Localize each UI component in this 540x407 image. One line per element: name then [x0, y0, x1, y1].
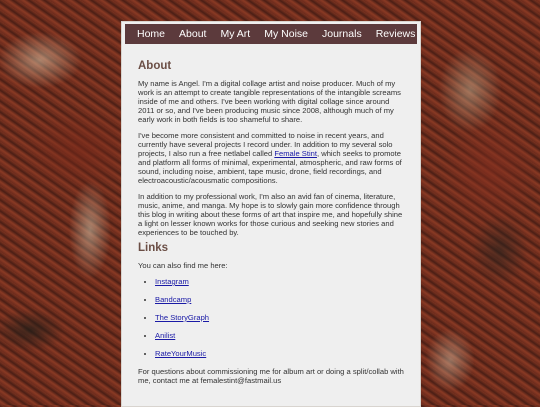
top-nav: Home About My Art My Noise Journals Revi… — [125, 24, 417, 44]
list-item: Bandcamp — [155, 295, 404, 304]
about-paragraph-1: My name is Angel. I'm a digital collage … — [138, 79, 401, 124]
nav-journals[interactable]: Journals — [322, 28, 362, 40]
content-area: About My name is Angel. I'm a digital co… — [122, 46, 420, 385]
female-stint-link[interactable]: Female Stint — [274, 149, 317, 158]
list-item: RateYourMusic — [155, 349, 404, 358]
nav-about[interactable]: About — [179, 28, 206, 40]
about-paragraph-2: I've become more consistent and committe… — [138, 131, 404, 185]
rateyourmusic-link[interactable]: RateYourMusic — [155, 349, 206, 358]
nav-my-noise[interactable]: My Noise — [264, 28, 308, 40]
about-heading: About — [138, 60, 172, 72]
bandcamp-link[interactable]: Bandcamp — [155, 295, 191, 304]
nav-reviews[interactable]: Reviews — [376, 28, 416, 40]
about-paragraph-3: In addition to my professional work, I'm… — [138, 192, 403, 237]
main-panel: Home About My Art My Noise Journals Revi… — [121, 21, 421, 407]
list-item: The StoryGraph — [155, 313, 404, 322]
list-item: Anilist — [155, 331, 404, 340]
nav-home[interactable]: Home — [137, 28, 165, 40]
contact-text: For questions about commissioning me for… — [138, 367, 404, 385]
links-list: Instagram Bandcamp The StoryGraph Anilis… — [138, 277, 404, 358]
nav-my-art[interactable]: My Art — [220, 28, 250, 40]
links-intro: You can also find me here: — [138, 261, 228, 270]
storygraph-link[interactable]: The StoryGraph — [155, 313, 209, 322]
links-heading: Links — [138, 242, 169, 254]
instagram-link[interactable]: Instagram — [155, 277, 189, 286]
anilist-link[interactable]: Anilist — [155, 331, 175, 340]
list-item: Instagram — [155, 277, 404, 286]
